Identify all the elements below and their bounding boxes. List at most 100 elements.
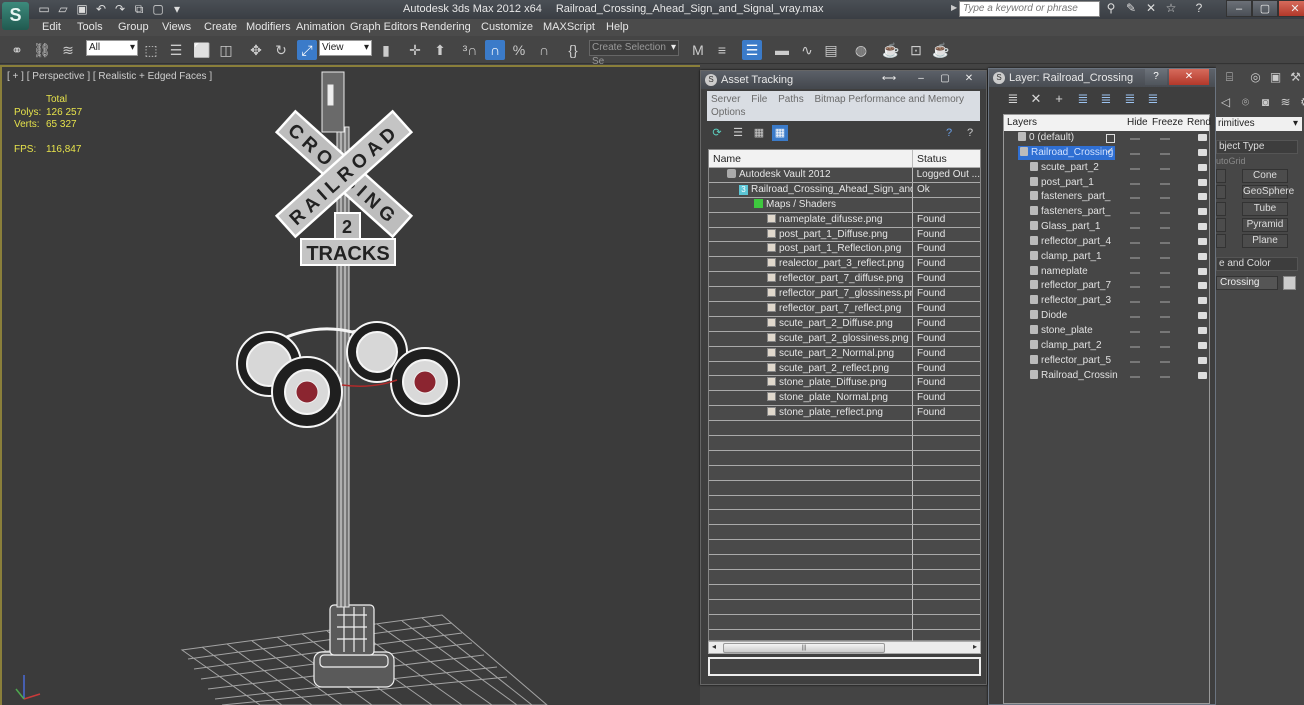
asset-row[interactable]: post_part_1_Reflection.png Found xyxy=(709,242,980,258)
hierarchy-tab-icon[interactable]: ⌸ xyxy=(1222,69,1237,85)
render-production-icon[interactable]: ☕ xyxy=(931,40,951,60)
wrench-icon[interactable]: ✎ xyxy=(1124,1,1138,17)
select-manipulate-icon[interactable]: ✛ xyxy=(405,40,425,60)
freeze-toggle[interactable] xyxy=(1160,375,1170,378)
rectangular-selection-icon[interactable]: ⬜ xyxy=(192,40,212,60)
freeze-toggle[interactable] xyxy=(1160,212,1170,215)
hide-toggle[interactable] xyxy=(1130,138,1140,140)
curve-editor-icon[interactable]: ∿ xyxy=(797,40,817,60)
asset-tracking-titlebar[interactable]: S Asset Tracking ⟷ – ▢ ✕ xyxy=(701,71,986,89)
scale-icon[interactable]: ⤢ xyxy=(297,40,317,60)
rendered-frame-window-icon[interactable]: ⊡ xyxy=(906,40,926,60)
asset-row[interactable]: scute_part_2_Diffuse.png Found xyxy=(709,316,980,332)
space-warps-icon[interactable]: ≋ xyxy=(1278,94,1293,110)
layer-object-row[interactable]: clamp_part_2 xyxy=(1004,339,1209,354)
create-new-layer-icon[interactable]: ≣ xyxy=(1005,91,1021,107)
object-name-field[interactable]: Crossing xyxy=(1216,276,1278,290)
help-what-is-icon[interactable]: ? xyxy=(962,125,978,141)
render-teapot-icon[interactable] xyxy=(1198,312,1207,320)
column-freeze[interactable]: Freeze xyxy=(1152,115,1183,131)
open-file-icon[interactable]: ▱ xyxy=(55,1,71,17)
hide-toggle[interactable] xyxy=(1130,301,1140,304)
perspective-viewport[interactable]: [ + ] [ Perspective ] [ Realistic + Edge… xyxy=(0,65,700,705)
maximize-button[interactable]: ▢ xyxy=(1252,0,1278,17)
redo-icon[interactable]: ↷ xyxy=(112,1,128,17)
select-object-icon[interactable]: ⬚ xyxy=(141,40,161,60)
window-crossing-icon[interactable]: ◫ xyxy=(216,40,236,60)
asset-menu-bitmap-performance[interactable]: Bitmap Performance and Memory xyxy=(815,94,965,105)
render-teapot-icon[interactable] xyxy=(1198,223,1207,231)
freeze-toggle[interactable] xyxy=(1160,345,1170,348)
render-teapot-icon[interactable] xyxy=(1198,208,1207,216)
menu-animation[interactable]: Animation xyxy=(296,21,345,33)
layer-object-row[interactable]: fasteners_part_ xyxy=(1004,205,1209,220)
menu-group[interactable]: Group xyxy=(118,21,149,33)
layer-close-button[interactable]: ✕ xyxy=(1169,69,1209,85)
hide-toggle[interactable] xyxy=(1130,345,1140,348)
column-layers[interactable]: Layers xyxy=(1007,115,1037,131)
shapes-icon[interactable]: ◁ xyxy=(1218,94,1233,110)
asset-row[interactable]: stone_plate_Normal.png Found xyxy=(709,391,980,407)
asset-row[interactable]: reflector_part_7_diffuse.png Found xyxy=(709,272,980,288)
asset-menu-file[interactable]: File xyxy=(751,94,767,105)
render-teapot-icon[interactable] xyxy=(1198,148,1207,156)
layer-object-row[interactable]: stone_plate xyxy=(1004,324,1209,339)
render-teapot-icon[interactable] xyxy=(1198,178,1207,186)
systems-icon[interactable]: ⚙ xyxy=(1298,94,1304,110)
utilities-tab-icon[interactable]: ⚒ xyxy=(1288,69,1303,85)
render-teapot-icon[interactable] xyxy=(1198,252,1207,260)
app-logo-button[interactable]: S xyxy=(2,2,29,30)
current-layer-box-icon[interactable] xyxy=(1106,134,1115,143)
freeze-toggle[interactable] xyxy=(1160,197,1170,200)
search-expand-icon[interactable]: ▶ xyxy=(951,3,957,12)
menu-create[interactable]: Create xyxy=(204,21,237,33)
freeze-toggle[interactable] xyxy=(1160,271,1170,274)
asset-path-field[interactable] xyxy=(708,657,981,676)
hide-toggle[interactable] xyxy=(1130,375,1140,378)
freeze-toggle[interactable] xyxy=(1160,152,1170,155)
freeze-toggle[interactable] xyxy=(1160,241,1170,244)
primitive-button-pyramid[interactable]: Pyramid xyxy=(1242,218,1288,232)
search-input[interactable]: Type a keyword or phrase xyxy=(959,1,1100,17)
hide-toggle[interactable] xyxy=(1130,330,1140,333)
layer-object-row[interactable]: Diode xyxy=(1004,309,1209,324)
asset-maximize-button[interactable]: ▢ xyxy=(934,72,956,86)
rotate-icon[interactable]: ↻ xyxy=(271,40,291,60)
qa-dropdown-icon[interactable]: ▾ xyxy=(169,1,185,17)
hide-toggle[interactable] xyxy=(1130,316,1140,319)
spinner-snap-icon[interactable]: ∩ xyxy=(534,40,554,60)
layer-row[interactable]: Railroad_Crossing ✓ xyxy=(1004,145,1209,161)
binoculars-icon[interactable]: ⚲ xyxy=(1104,1,1118,17)
highlight-selected-layer-icon[interactable]: ≣ xyxy=(1098,91,1114,107)
layer-object-row[interactable]: post_part_1 xyxy=(1004,176,1209,191)
select-and-link-icon[interactable]: ⚭ xyxy=(7,40,27,60)
freeze-toggle[interactable] xyxy=(1160,330,1170,333)
primitive-button-cone[interactable]: Cone xyxy=(1242,169,1288,183)
render-teapot-icon[interactable] xyxy=(1198,297,1207,305)
snaps-toggle-icon[interactable]: ³∩ xyxy=(460,40,480,60)
asset-menu-server[interactable]: Server xyxy=(711,94,740,105)
primitive-button-torus[interactable] xyxy=(1216,218,1226,232)
layer-object-row[interactable]: Railroad_Crossin xyxy=(1004,369,1209,384)
menu-tools[interactable]: Tools xyxy=(77,21,103,33)
primitive-button-tube[interactable]: Tube xyxy=(1242,202,1288,216)
asset-horizontal-scrollbar[interactable]: ◂ ||| ▸ xyxy=(708,641,981,654)
select-objects-in-layer-icon[interactable]: ≣ xyxy=(1075,91,1091,107)
move-icon[interactable]: ✥ xyxy=(246,40,266,60)
object-color-swatch[interactable] xyxy=(1283,276,1296,290)
layer-object-row[interactable]: reflector_part_4 xyxy=(1004,235,1209,250)
render-teapot-icon[interactable] xyxy=(1198,326,1207,334)
render-teapot-icon[interactable] xyxy=(1198,282,1207,290)
refresh-icon[interactable]: ⟳ xyxy=(709,125,725,141)
named-selection-sets-dropdown[interactable]: Create Selection Se xyxy=(589,40,679,67)
help-icon[interactable]: ? xyxy=(941,125,957,141)
hide-toggle[interactable] xyxy=(1130,167,1140,170)
pivot-center-icon[interactable]: ▮ xyxy=(376,40,396,60)
display-tab-icon[interactable]: ▣ xyxy=(1268,69,1283,85)
layer-object-row[interactable]: scute_part_2 xyxy=(1004,161,1209,176)
hide-toggle[interactable] xyxy=(1130,227,1140,230)
primitive-button-box[interactable] xyxy=(1216,169,1226,183)
asset-row[interactable]: nameplate_difusse.png Found xyxy=(709,212,980,228)
hide-toggle[interactable] xyxy=(1130,152,1140,155)
asset-close-button[interactable]: ✕ xyxy=(958,72,980,86)
